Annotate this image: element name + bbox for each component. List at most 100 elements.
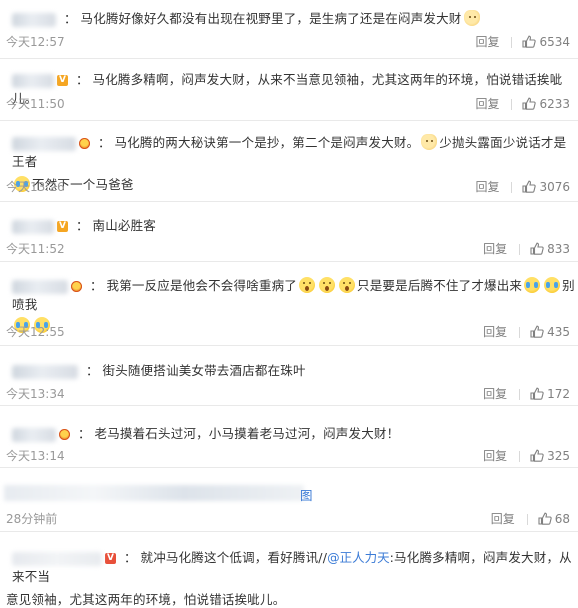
thumbs-up-icon bbox=[530, 325, 544, 338]
comment-meta: 今天11:50 回复 6233 bbox=[0, 95, 578, 113]
comment-meta: 今天13:26 回复 3076 bbox=[0, 178, 578, 196]
reply-button[interactable]: 回复 bbox=[483, 387, 507, 401]
thumbs-up-icon bbox=[530, 387, 544, 400]
comment-body: ：马化腾的两大秘诀第一个是抄，第二个是闷声发大财。 少抛头露面少说话才是王者 bbox=[12, 134, 567, 169]
comment-text: 老马摸着石头过河，小马摸着老马过河，闷声发大财！ bbox=[94, 426, 400, 441]
blurred-content bbox=[4, 485, 304, 501]
thumbs-up-icon bbox=[522, 180, 537, 193]
comment-time: 今天13:14 bbox=[6, 449, 65, 463]
reply-button[interactable]: 回复 bbox=[475, 35, 499, 49]
username-blurred[interactable] bbox=[12, 136, 76, 151]
crown-badge-icon bbox=[71, 281, 82, 292]
comment-item: ：我第一反应是他会不会得啥重病了 只是要是后腾不住了才爆出来 别喷我 今天12:55… bbox=[0, 262, 578, 346]
shocked-face-emoji bbox=[319, 277, 336, 293]
comment-item: V ：马化腾多精啊，闷声发大财，从来不当意见领袖，尤其这两年的环境，怕说错话挨呲… bbox=[0, 59, 578, 121]
like-button[interactable]: 172 bbox=[530, 387, 570, 401]
divider bbox=[519, 244, 521, 255]
comment-text: 马化腾的两大秘诀第一个是抄，第二个是闷声发大财。 bbox=[114, 135, 420, 150]
divider bbox=[511, 37, 513, 48]
comment-body: ：街头随便搭讪美女带去酒店都在珠叶 bbox=[0, 360, 578, 379]
comment-time: 今天11:52 bbox=[6, 242, 65, 256]
divider bbox=[519, 389, 521, 400]
comment-time: 28分钟前 bbox=[6, 512, 58, 526]
thumbs-up-icon bbox=[522, 97, 537, 110]
comment-meta: 今天13:14 回复 325 bbox=[0, 447, 578, 465]
cat-face-emoji bbox=[421, 134, 438, 150]
comment-body: 图 bbox=[0, 485, 578, 504]
like-count: 325 bbox=[547, 449, 570, 463]
comment-time: 今天11:50 bbox=[6, 97, 65, 111]
reply-button[interactable]: 回复 bbox=[491, 512, 515, 526]
shocked-face-emoji bbox=[339, 277, 356, 293]
comment-body: V ：南山必胜客 bbox=[0, 215, 578, 234]
mention-link[interactable]: @正人力天 bbox=[327, 550, 390, 565]
comment-body: ：我第一反应是他会不会得啥重病了 只是要是后腾不住了才爆出来 别喷我 bbox=[12, 277, 575, 312]
reply-button[interactable]: 回复 bbox=[483, 449, 507, 463]
comment-text: 我第一反应是他会不会得啥重病了 bbox=[106, 278, 298, 293]
crown-badge-icon bbox=[59, 429, 70, 440]
reply-button[interactable]: 回复 bbox=[483, 242, 507, 256]
verified-v-icon: V bbox=[105, 553, 116, 564]
reply-button[interactable]: 回复 bbox=[475, 97, 499, 111]
divider bbox=[519, 327, 521, 338]
divider bbox=[511, 182, 513, 193]
comment-meta: 今天11:52 回复 833 bbox=[0, 240, 578, 258]
username-blurred[interactable] bbox=[12, 12, 56, 27]
reply-button[interactable]: 回复 bbox=[475, 180, 499, 194]
username-blurred[interactable] bbox=[12, 551, 102, 566]
like-button[interactable]: 833 bbox=[530, 242, 570, 256]
shocked-face-emoji bbox=[299, 277, 316, 293]
verified-v-icon: V bbox=[57, 75, 68, 86]
divider bbox=[526, 514, 528, 525]
comment-item: ：马化腾好像好久都没有出现在视野里了，是生病了还是在闷声发大财 今天12:57 … bbox=[0, 0, 578, 59]
like-count: 833 bbox=[547, 242, 570, 256]
comment-body: V ：就冲马化腾这个低调，看好腾讯//@正人力天:马化腾多精啊，闷声发大财，从来… bbox=[12, 550, 572, 584]
reply-button[interactable]: 回复 bbox=[483, 325, 507, 339]
comment-body: ：马化腾好像好久都没有出现在视野里了，是生病了还是在闷声发大财 bbox=[0, 8, 578, 27]
comment-item: 图 28分钟前 回复 68 bbox=[0, 468, 578, 532]
comment-item: V ：南山必胜客 今天11:52 回复 833 bbox=[0, 202, 578, 262]
comment-text: 马化腾好像好久都没有出现在视野里了，是生病了还是在闷声发大财 bbox=[80, 11, 462, 26]
comment-meta: 今天13:34 回复 172 bbox=[0, 385, 578, 403]
comment-time: 今天13:34 bbox=[6, 387, 65, 401]
username-blurred[interactable] bbox=[12, 73, 54, 88]
comment-item: ：街头随便搭讪美女带去酒店都在珠叶 今天13:34 回复 172 bbox=[0, 346, 578, 406]
comment-text: 只是要是后腾不住了才爆出来 bbox=[357, 278, 523, 293]
comment-time: 今天12:57 bbox=[6, 35, 65, 49]
comment-time: 今天12:55 bbox=[6, 325, 65, 339]
divider bbox=[519, 451, 521, 462]
username-blurred[interactable] bbox=[12, 219, 54, 234]
comment-meta: 今天12:57 回复 6534 bbox=[0, 33, 578, 51]
username-blurred[interactable] bbox=[12, 364, 78, 379]
comment-text: 南山必胜客 bbox=[92, 218, 157, 233]
like-count: 6534 bbox=[539, 35, 570, 49]
thumbs-up-icon bbox=[530, 449, 544, 462]
verified-v-icon: V bbox=[57, 221, 68, 232]
username-blurred[interactable] bbox=[12, 427, 56, 442]
thumbs-up-icon bbox=[538, 512, 552, 525]
like-button[interactable]: 325 bbox=[530, 449, 570, 463]
cat-face-emoji bbox=[463, 10, 480, 26]
comment-meta: 28分钟前 回复 68 bbox=[0, 510, 578, 528]
comment-body: ：老马摸着石头过河，小马摸着老马过河，闷声发大财！ bbox=[0, 423, 578, 442]
comment-text: 意见领袖，尤其这两年的环境，怕说错话挨呲儿。 bbox=[6, 592, 286, 607]
like-button[interactable]: 68 bbox=[538, 512, 570, 526]
username-blurred[interactable] bbox=[12, 279, 68, 294]
like-count: 172 bbox=[547, 387, 570, 401]
comment-item: ：老马摸着石头过河，小马摸着老马过河，闷声发大财！ 今天13:14 回复 325 bbox=[0, 406, 578, 468]
like-button[interactable]: 3076 bbox=[522, 180, 570, 194]
like-count: 6233 bbox=[539, 97, 570, 111]
thumbs-up-icon bbox=[522, 35, 537, 48]
like-button[interactable]: 6233 bbox=[522, 97, 570, 111]
picture-link[interactable]: 图 bbox=[300, 485, 313, 504]
comment-meta: 今天12:55 回复 435 bbox=[0, 323, 578, 341]
divider bbox=[511, 99, 513, 110]
like-count: 68 bbox=[554, 512, 570, 526]
comment-item: ：马化腾的两大秘诀第一个是抄，第二个是闷声发大财。 少抛头露面少说话才是王者 不然… bbox=[0, 121, 578, 202]
like-button[interactable]: 435 bbox=[530, 325, 570, 339]
thumbs-up-icon bbox=[530, 242, 544, 255]
like-count: 435 bbox=[547, 325, 570, 339]
like-button[interactable]: 6534 bbox=[522, 35, 570, 49]
laugh-cry-emoji bbox=[524, 277, 541, 293]
like-count: 3076 bbox=[539, 180, 570, 194]
